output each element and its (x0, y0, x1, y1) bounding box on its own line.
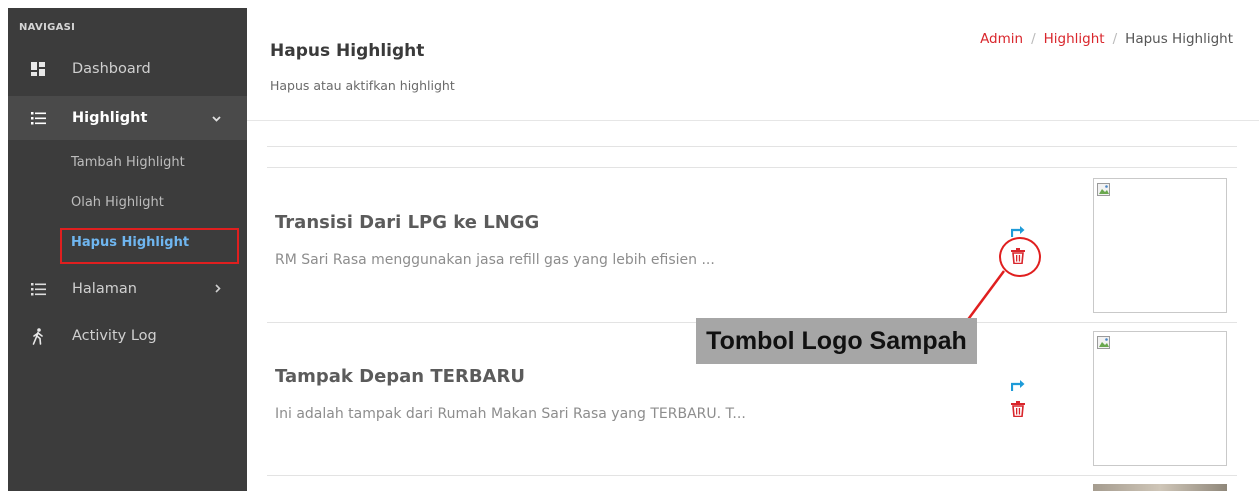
annotation-line (956, 270, 1006, 334)
annotation-callout: Tombol Logo Sampah (696, 318, 977, 364)
